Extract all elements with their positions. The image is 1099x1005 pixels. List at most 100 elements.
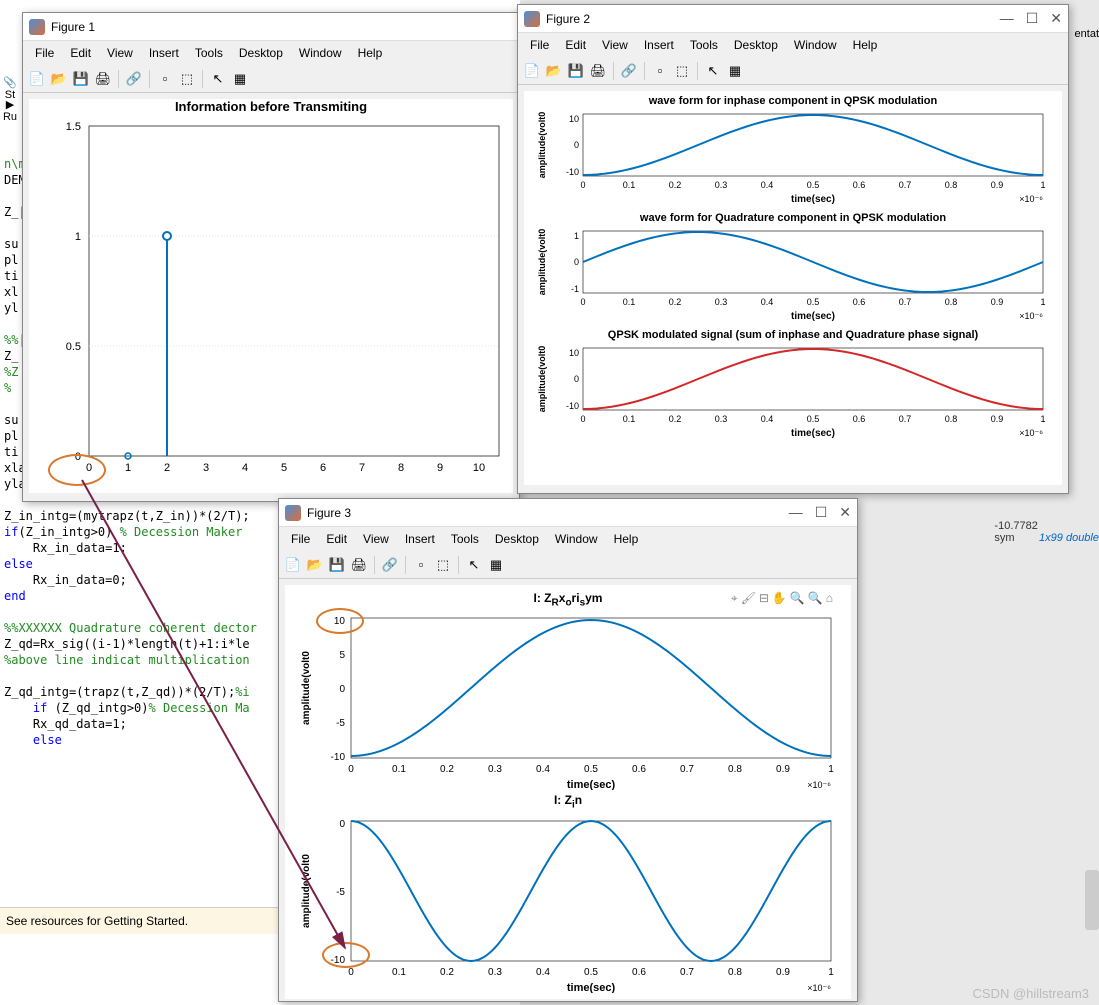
figure-2-subplot-1[interactable]: 100-10 00.10.20.30.40.50.60.70.80.91 tim… xyxy=(528,109,1060,209)
properties-icon[interactable]: ▦ xyxy=(725,61,745,81)
figure-2-titlebar[interactable]: Figure 2 — ☐ ✕ xyxy=(518,5,1068,33)
export-icon[interactable]: 🖌 xyxy=(741,591,756,606)
matlab-icon xyxy=(524,11,540,27)
figure-1-axes[interactable]: Information before Transmiting 0 0.5 1 1… xyxy=(29,99,513,493)
menu-file[interactable]: File xyxy=(27,44,62,62)
menu-edit[interactable]: Edit xyxy=(318,530,355,548)
link-icon[interactable]: 🔗 xyxy=(124,69,144,89)
minimize-button[interactable]: — xyxy=(789,504,803,521)
pointer-icon[interactable]: ↖ xyxy=(464,555,484,575)
figure-3-subplot-1[interactable]: 1050-5-10 00.10.20.30.40.50.60.70.80.91 … xyxy=(291,610,851,790)
menu-window[interactable]: Window xyxy=(547,530,606,548)
matlab-icon xyxy=(285,505,301,521)
menu-help[interactable]: Help xyxy=(845,36,886,54)
menu-desktop[interactable]: Desktop xyxy=(487,530,547,548)
close-button[interactable]: ✕ xyxy=(1050,10,1062,27)
figure-2-subplot-3[interactable]: 100-10 00.10.20.30.40.50.60.70.80.91 tim… xyxy=(528,343,1060,443)
datatip-icon[interactable]: ⬚ xyxy=(433,555,453,575)
figure-3-menubar: File Edit View Insert Tools Desktop Wind… xyxy=(279,527,857,551)
figure-3-subplot-2[interactable]: 0-5-10 00.10.20.30.40.50.60.70.80.91 tim… xyxy=(291,813,851,993)
menu-desktop[interactable]: Desktop xyxy=(231,44,291,62)
partial-tab-ru[interactable]: ▶ Ru xyxy=(0,98,20,123)
properties-icon[interactable]: ▦ xyxy=(486,555,506,575)
maximize-button[interactable]: ☐ xyxy=(815,504,828,521)
link-icon[interactable]: 🔗 xyxy=(619,61,639,81)
datatip-icon[interactable]: ⬚ xyxy=(177,69,197,89)
svg-text:-5: -5 xyxy=(336,887,345,898)
svg-text:0.5: 0.5 xyxy=(807,180,820,190)
menu-help[interactable]: Help xyxy=(350,44,391,62)
getting-started-link[interactable]: Getting Started xyxy=(104,914,185,928)
open-icon[interactable]: 📂 xyxy=(305,555,325,575)
menu-tools[interactable]: Tools xyxy=(187,44,231,62)
zoomout-icon[interactable]: 🔍 xyxy=(808,591,823,606)
svg-text:0.9: 0.9 xyxy=(991,414,1004,424)
print-icon[interactable]: 🖨 xyxy=(93,69,113,89)
rotate-icon[interactable]: ▫ xyxy=(155,69,175,89)
zoomin-icon[interactable]: 🔍 xyxy=(790,591,805,606)
print-icon[interactable]: 🖨 xyxy=(588,61,608,81)
svg-text:×10⁻⁶: ×10⁻⁶ xyxy=(807,780,831,790)
menu-insert[interactable]: Insert xyxy=(397,530,443,548)
new-icon[interactable]: 📄 xyxy=(27,69,47,89)
menu-desktop[interactable]: Desktop xyxy=(726,36,786,54)
print-icon[interactable]: 🖨 xyxy=(349,555,369,575)
menu-insert[interactable]: Insert xyxy=(636,36,682,54)
svg-text:0.1: 0.1 xyxy=(392,967,406,978)
svg-text:0: 0 xyxy=(574,257,579,267)
figure-3-titlebar[interactable]: Figure 3 — ☐ ✕ xyxy=(279,499,857,527)
svg-text:9: 9 xyxy=(437,462,443,474)
svg-text:1: 1 xyxy=(125,462,131,474)
link-icon[interactable]: 🔗 xyxy=(380,555,400,575)
open-icon[interactable]: 📂 xyxy=(49,69,69,89)
svg-text:0.3: 0.3 xyxy=(715,414,728,424)
figure-1-titlebar[interactable]: Figure 1 xyxy=(23,13,519,41)
save-icon[interactable]: 💾 xyxy=(327,555,347,575)
menu-file[interactable]: File xyxy=(522,36,557,54)
new-icon[interactable]: 📄 xyxy=(522,61,542,81)
rotate-icon[interactable]: ▫ xyxy=(650,61,670,81)
home-icon[interactable]: ⌂ xyxy=(826,591,833,606)
svg-text:time(sec): time(sec) xyxy=(791,428,835,439)
figure-2-subplot-2[interactable]: 10-1 00.10.20.30.40.50.60.70.80.91 time(… xyxy=(528,226,1060,326)
close-button[interactable]: ✕ xyxy=(839,504,851,521)
datatips-icon[interactable]: ⊟ xyxy=(759,591,769,606)
figure-2-toolbar: 📄 📂 💾 🖨 🔗 ▫ ⬚ ↖ ▦ xyxy=(518,57,1068,85)
menu-tools[interactable]: Tools xyxy=(443,530,487,548)
menu-insert[interactable]: Insert xyxy=(141,44,187,62)
menu-file[interactable]: File xyxy=(283,530,318,548)
svg-text:0.2: 0.2 xyxy=(669,180,682,190)
save-icon[interactable]: 💾 xyxy=(71,69,91,89)
brush-icon[interactable]: ⌖ xyxy=(731,591,738,606)
svg-text:1.5: 1.5 xyxy=(66,121,81,133)
new-icon[interactable]: 📄 xyxy=(283,555,303,575)
svg-text:×10⁻⁶: ×10⁻⁶ xyxy=(1019,311,1043,321)
svg-text:8: 8 xyxy=(398,462,404,474)
menu-window[interactable]: Window xyxy=(786,36,845,54)
svg-text:0.7: 0.7 xyxy=(680,764,694,775)
partial-tab-entat[interactable]: entat xyxy=(1075,28,1099,40)
menu-window[interactable]: Window xyxy=(291,44,350,62)
menu-edit[interactable]: Edit xyxy=(557,36,594,54)
svg-text:time(sec): time(sec) xyxy=(791,311,835,322)
datatip-icon[interactable]: ⬚ xyxy=(672,61,692,81)
open-icon[interactable]: 📂 xyxy=(544,61,564,81)
menu-help[interactable]: Help xyxy=(606,530,647,548)
svg-text:10: 10 xyxy=(569,348,579,358)
properties-icon[interactable]: ▦ xyxy=(230,69,250,89)
menu-view[interactable]: View xyxy=(99,44,141,62)
pointer-icon[interactable]: ↖ xyxy=(208,69,228,89)
figure-3-axes-area: ⌖ 🖌 ⊟ ✋ 🔍 🔍 ⌂ I: ZRxorisym 1050-5-10 00.… xyxy=(285,585,851,999)
pan-icon[interactable]: ✋ xyxy=(772,591,787,606)
maximize-button[interactable]: ☐ xyxy=(1026,10,1039,27)
scrollbar-thumb[interactable] xyxy=(1085,870,1099,930)
menu-view[interactable]: View xyxy=(355,530,397,548)
minimize-button[interactable]: — xyxy=(1000,10,1014,27)
pointer-icon[interactable]: ↖ xyxy=(703,61,723,81)
save-icon[interactable]: 💾 xyxy=(566,61,586,81)
menu-tools[interactable]: Tools xyxy=(682,36,726,54)
svg-text:time(sec): time(sec) xyxy=(567,779,616,790)
menu-edit[interactable]: Edit xyxy=(62,44,99,62)
rotate-icon[interactable]: ▫ xyxy=(411,555,431,575)
menu-view[interactable]: View xyxy=(594,36,636,54)
